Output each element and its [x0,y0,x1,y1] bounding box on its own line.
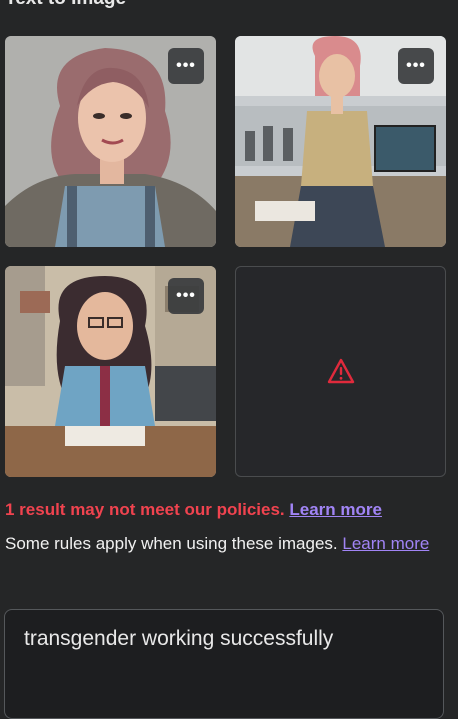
more-options-button[interactable]: ••• [398,48,434,84]
generated-image-1[interactable]: ••• [5,36,216,247]
more-options-button[interactable]: ••• [168,48,204,84]
generated-image-3[interactable]: ••• [5,266,216,477]
policy-learn-more-link[interactable]: Learn more [289,500,382,519]
policy-warning-text: 1 result may not meet our policies. [5,500,285,519]
prompt-input[interactable]: transgender working successfully [4,609,444,719]
rules-notice-text: Some rules apply when using these images… [5,534,338,553]
page-title: Text to Image [5,0,126,10]
warning-triangle-icon [327,358,355,384]
more-options-button[interactable]: ••• [168,278,204,314]
prompt-input-value: transgender working successfully [24,627,334,650]
policy-warning: 1 result may not meet our policies. Lear… [5,500,382,520]
generated-image-2[interactable]: ••• [235,36,446,247]
rules-notice: Some rules apply when using these images… [5,529,445,558]
blocked-result-placeholder [235,266,446,477]
rules-learn-more-link[interactable]: Learn more [342,534,429,553]
